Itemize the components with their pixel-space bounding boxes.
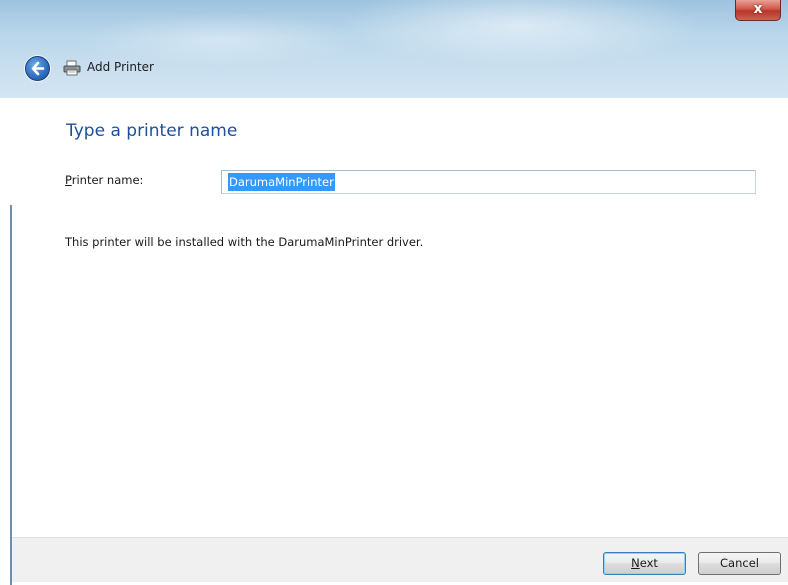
close-icon: x bbox=[753, 1, 763, 17]
printer-name-value: DarumaMinPrinter bbox=[228, 173, 335, 191]
printer-name-label-accelerator: P bbox=[65, 173, 72, 187]
printer-name-label: Printer name: bbox=[65, 173, 143, 187]
title-bar: x Add Printer bbox=[0, 0, 788, 98]
driver-note: This printer will be installed with the … bbox=[65, 235, 424, 249]
next-button-accelerator: N bbox=[631, 556, 640, 570]
page-heading: Type a printer name bbox=[66, 121, 238, 141]
printer-icon bbox=[63, 60, 81, 76]
wizard-content bbox=[12, 98, 788, 538]
next-button-label: ext bbox=[639, 556, 658, 570]
printer-name-input[interactable]: DarumaMinPrinter bbox=[221, 170, 756, 194]
printer-name-label-text: rinter name: bbox=[71, 173, 144, 187]
window-title: Add Printer bbox=[87, 60, 154, 74]
back-arrow-icon bbox=[31, 61, 45, 76]
close-button[interactable]: x bbox=[735, 0, 781, 21]
cancel-button[interactable]: Cancel bbox=[698, 552, 781, 575]
back-button[interactable] bbox=[25, 56, 50, 81]
next-button[interactable]: Next bbox=[603, 552, 686, 575]
